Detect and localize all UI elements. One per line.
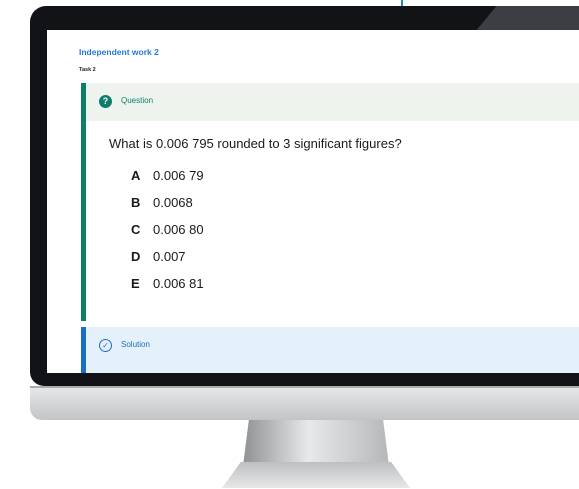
- option-letter: E: [131, 276, 140, 291]
- monitor-chin: [30, 386, 579, 420]
- option-value: 0.006 79: [153, 168, 204, 183]
- option-letter: B: [131, 195, 141, 210]
- solution-header-label: Solution: [121, 340, 150, 349]
- question-text: What is 0.006 795 rounded to 3 significa…: [109, 136, 402, 151]
- question-circle-icon: ?: [99, 95, 112, 108]
- question-card: ? Question What is 0.006 795 rounded to …: [81, 83, 579, 321]
- option-letter: D: [131, 249, 141, 264]
- solution-panel[interactable]: ✓ Solution: [81, 327, 579, 373]
- option-letter: A: [131, 168, 141, 183]
- task-label: Task 2: [79, 67, 96, 73]
- option-letter: C: [131, 222, 141, 237]
- check-circle-icon: ✓: [99, 339, 112, 352]
- question-header-label: Question: [121, 96, 154, 105]
- monitor-stand-foot: [222, 462, 410, 488]
- monitor-screen: Independent work 2 Task 2 ? Question Wha…: [47, 30, 579, 373]
- option-value: 0.007: [153, 249, 186, 264]
- monitor-neck: [243, 420, 389, 466]
- monitor: Independent work 2 Task 2 ? Question Wha…: [0, 0, 579, 489]
- option-value: 0.006 80: [153, 222, 204, 237]
- option-value: 0.006 81: [153, 276, 204, 291]
- question-header[interactable]: ? Question: [86, 83, 579, 121]
- page-heading: Independent work 2: [79, 47, 159, 57]
- chin-divider: [30, 386, 579, 388]
- option-value: 0.0068: [153, 195, 193, 210]
